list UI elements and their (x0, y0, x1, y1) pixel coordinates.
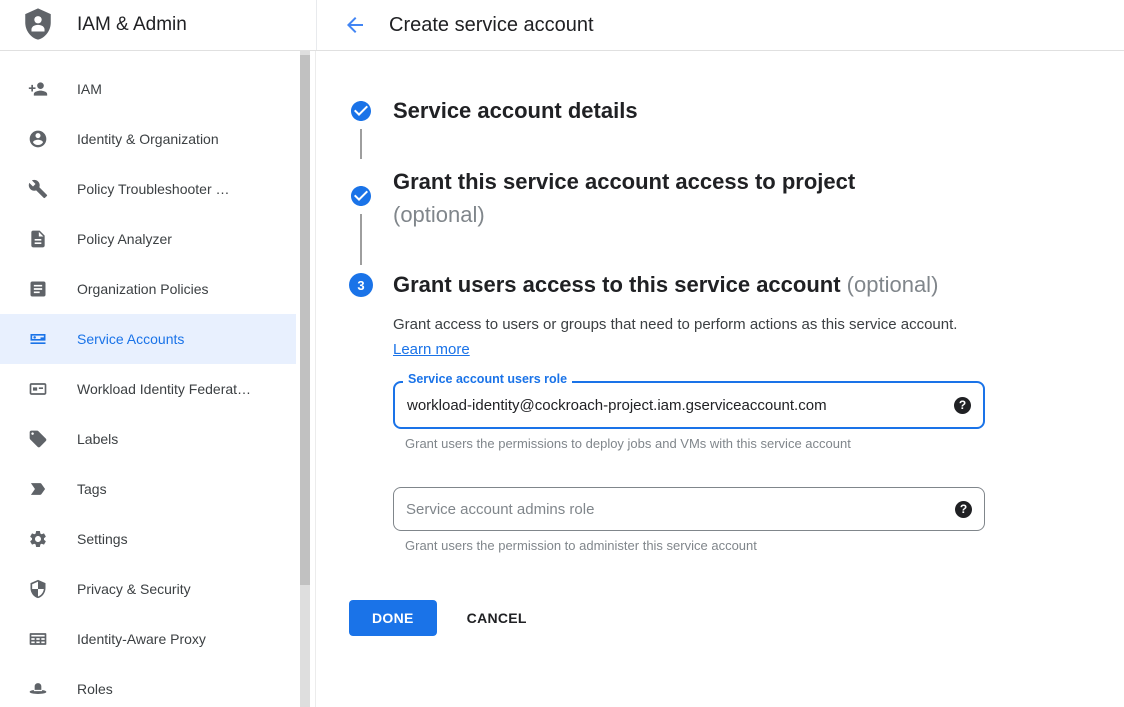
sidebar-item-policy-analyzer[interactable]: Policy Analyzer (0, 214, 296, 264)
sidebar-item-label: Policy Troubleshooter … (77, 181, 230, 197)
shield-icon (28, 579, 48, 599)
back-arrow-icon[interactable] (341, 11, 369, 39)
sidebar-nav: IAM Identity & Organization Policy Troub… (0, 51, 296, 707)
top-bar: IAM & Admin Create service account (0, 0, 1124, 51)
admins-role-input[interactable] (406, 501, 955, 518)
gcp-console: IAM & Admin Create service account IAM I… (0, 0, 1124, 707)
step-3-number-badge: 3 (349, 273, 373, 297)
sidebar-item-service-accounts[interactable]: Service Accounts (0, 314, 296, 364)
step-3-rail: 3 (349, 271, 373, 553)
sidebar-item-label: Identity-Aware Proxy (77, 631, 206, 647)
cancel-button[interactable]: CANCEL (467, 610, 527, 626)
product-header: IAM & Admin (0, 0, 316, 50)
step-3-optional-label: (optional) (847, 272, 939, 297)
sidebar-item-label: Service Accounts (77, 331, 184, 347)
sidebar-item-workload-identity-federation[interactable]: Workload Identity Federat… (0, 364, 296, 414)
gear-icon (28, 529, 48, 549)
sidebar-item-identity-organization[interactable]: Identity & Organization (0, 114, 296, 164)
users-role-help-icon[interactable]: ? (954, 397, 971, 414)
sidebar-item-label: Roles (77, 681, 113, 697)
admins-role-input-box: ? (393, 487, 985, 531)
person-add-icon (28, 79, 48, 99)
proxy-icon (28, 629, 48, 649)
sidebar-item-label: Workload Identity Federat… (77, 381, 251, 397)
step-3-title: Grant users access to this service accou… (393, 271, 1124, 299)
step-2-title: Grant this service account access to pro… (393, 165, 993, 198)
card-icon (28, 379, 48, 399)
sidebar-item-iam[interactable]: IAM (0, 64, 296, 114)
admins-role-helper-text: Grant users the permission to administer… (405, 538, 985, 553)
sidebar-item-label: Privacy & Security (77, 581, 191, 597)
sidebar-item-tags[interactable]: Tags (0, 464, 296, 514)
step-2-rail (349, 165, 373, 271)
admins-role-help-icon[interactable]: ? (955, 501, 972, 518)
sidebar-scrollbar-thumb[interactable] (300, 55, 310, 585)
step-1-completed-check-icon (349, 99, 373, 123)
learn-more-link[interactable]: Learn more (393, 341, 470, 358)
users-role-helper-text: Grant users the permissions to deploy jo… (405, 436, 985, 451)
sidebar-item-label: Policy Analyzer (77, 231, 172, 247)
content-area: IAM Identity & Organization Policy Troub… (0, 51, 1124, 707)
create-service-account-form: Service account details Grant this servi… (316, 51, 1124, 707)
step-3-grant-users-access: 3 Grant users access to this service acc… (349, 271, 1124, 553)
page-header: Create service account (316, 0, 1124, 50)
product-title: IAM & Admin (77, 14, 187, 36)
account-circle-icon (28, 129, 48, 149)
policy-analyzer-icon (28, 229, 48, 249)
sidebar-wrap: IAM Identity & Organization Policy Troub… (0, 51, 316, 707)
step-2-optional-label: (optional) (393, 198, 1124, 231)
sidebar-item-label: Identity & Organization (77, 131, 219, 147)
iam-shield-logo-icon (21, 7, 55, 43)
step-2-grant-access-to-project: Grant this service account access to pro… (349, 165, 1124, 271)
label-icon (28, 429, 48, 449)
service-account-admins-role-field: ? Grant users the permission to administ… (393, 487, 985, 553)
sidebar-item-settings[interactable]: Settings (0, 514, 296, 564)
users-role-input-box: ? (393, 381, 985, 429)
step-connector-line (360, 214, 362, 265)
service-account-users-role-field: Service account users role ? Grant users… (393, 381, 985, 451)
wrench-icon (28, 179, 48, 199)
step-2-completed-check-icon (349, 184, 373, 208)
roles-icon (28, 679, 48, 699)
sidebar-item-label: Tags (77, 481, 107, 497)
sidebar-item-label: IAM (77, 81, 102, 97)
sidebar-item-identity-aware-proxy[interactable]: Identity-Aware Proxy (0, 614, 296, 664)
form-actions: DONE CANCEL (349, 600, 1124, 636)
description-text: Grant access to users or groups that nee… (393, 316, 957, 333)
document-icon (28, 279, 48, 299)
sidebar-item-labels[interactable]: Labels (0, 414, 296, 464)
sidebar-item-privacy-security[interactable]: Privacy & Security (0, 564, 296, 614)
tag-icon (28, 479, 48, 499)
sidebar-item-label: Organization Policies (77, 281, 209, 297)
sidebar-item-label: Settings (77, 531, 128, 547)
page-title: Create service account (389, 14, 594, 37)
service-accounts-icon (28, 329, 48, 349)
sidebar-item-label: Labels (77, 431, 118, 447)
users-role-floating-label: Service account users role (403, 372, 572, 386)
sidebar-item-roles[interactable]: Roles (0, 664, 296, 707)
sidebar-item-organization-policies[interactable]: Organization Policies (0, 264, 296, 314)
users-role-input[interactable] (407, 397, 954, 414)
step-1-rail (349, 97, 373, 165)
step-1-service-account-details: Service account details (349, 97, 1124, 165)
sidebar-item-policy-troubleshooter[interactable]: Policy Troubleshooter … (0, 164, 296, 214)
step-3-description: Grant access to users or groups that nee… (393, 312, 958, 362)
step-3-title-text: Grant users access to this service accou… (393, 272, 841, 297)
done-button[interactable]: DONE (349, 600, 437, 636)
step-1-title: Service account details (393, 97, 1124, 125)
sidebar-scrollbar-track[interactable] (300, 51, 310, 707)
step-connector-line (360, 129, 362, 159)
